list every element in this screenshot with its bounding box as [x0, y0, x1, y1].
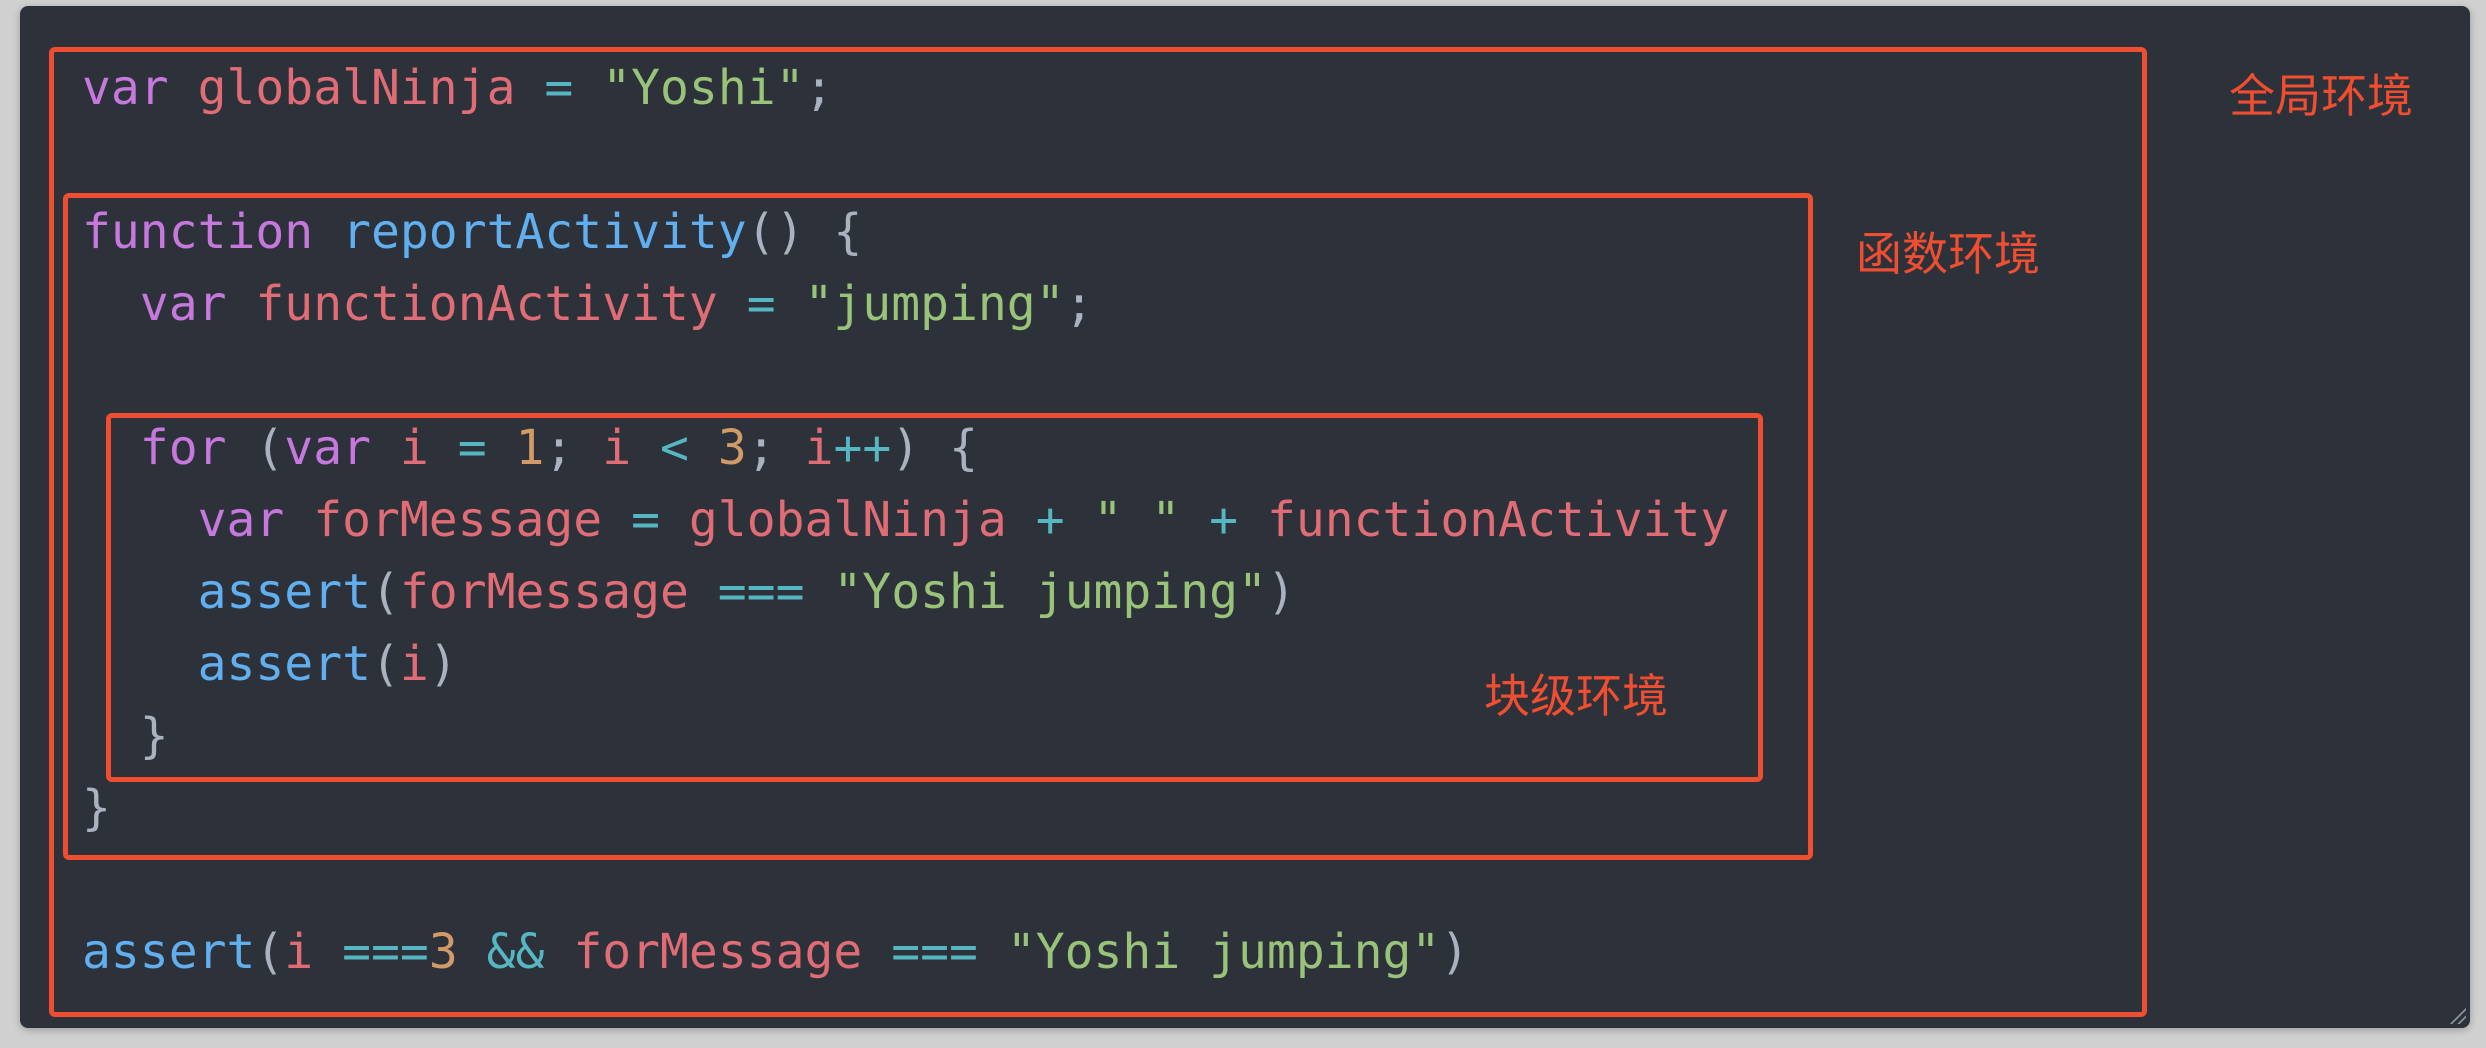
block-scope-box	[106, 413, 1763, 782]
resize-handle[interactable]	[2448, 1006, 2466, 1024]
block-scope-label: 块级环境	[1484, 669, 1668, 723]
code-panel: var globalNinja = "Yoshi"; function repor…	[20, 6, 2470, 1028]
global-scope-label: 全局环境	[2229, 69, 2413, 123]
function-scope-label: 函数环境	[1856, 227, 2040, 281]
